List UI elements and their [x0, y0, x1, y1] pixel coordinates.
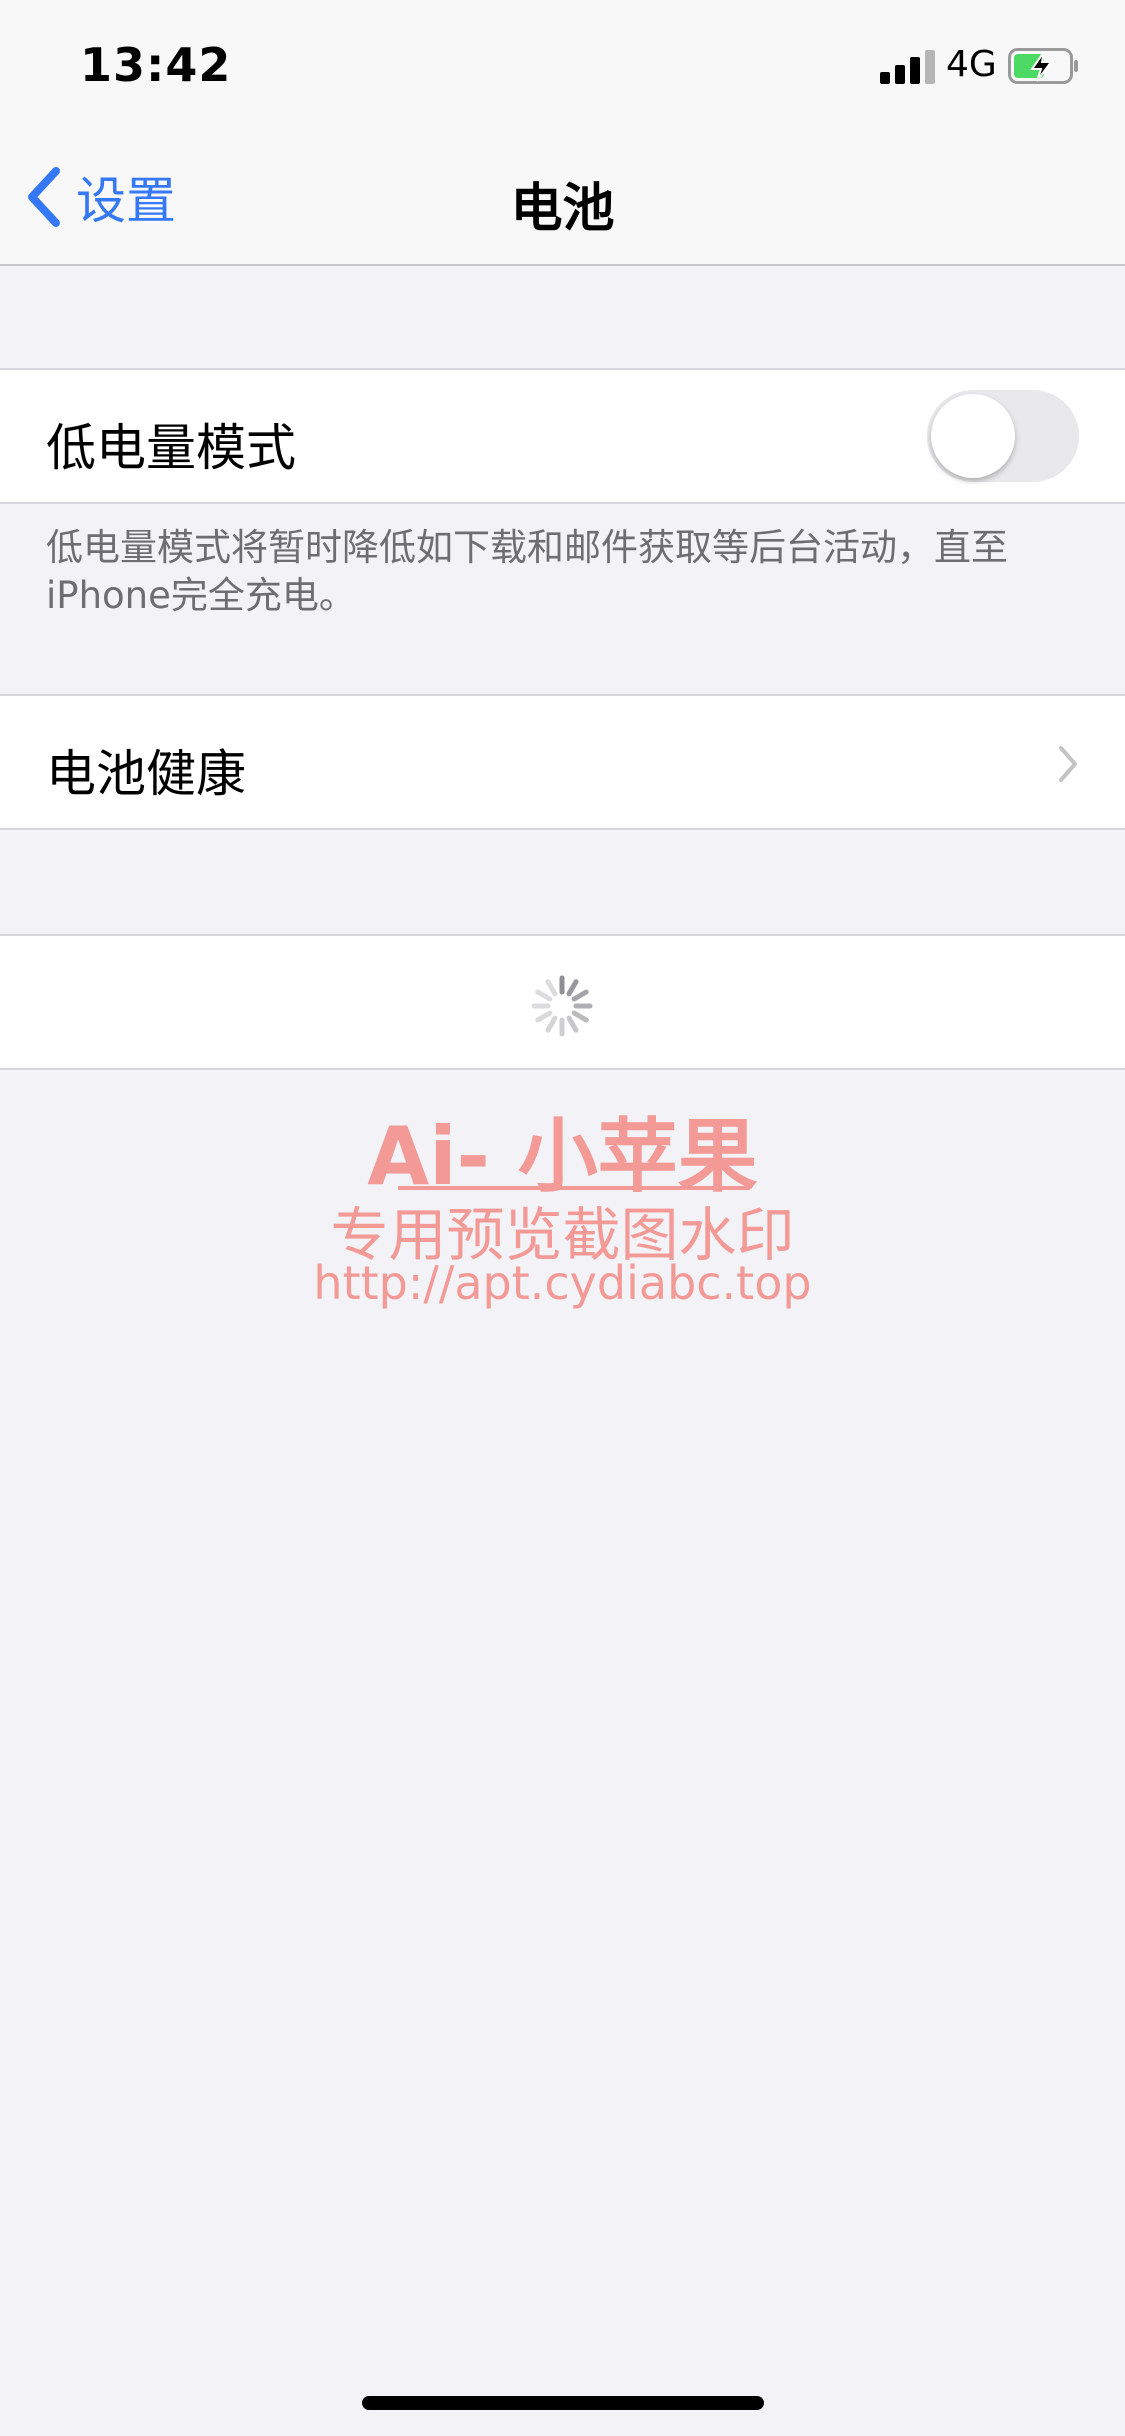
battery-health-row[interactable]: 电池健康	[0, 694, 1125, 830]
status-time: 13:42	[80, 38, 232, 92]
status-bar: 13:42 4G	[0, 0, 1125, 132]
battery-charging-icon	[1008, 48, 1078, 84]
low-power-mode-row: 低电量模式	[0, 368, 1125, 504]
battery-health-label: 电池健康	[46, 745, 246, 803]
loading-row	[0, 934, 1125, 1070]
loading-spinner-icon	[531, 975, 593, 1037]
cellular-signal-icon	[880, 48, 936, 84]
low-power-mode-label: 低电量模式	[46, 419, 296, 477]
navigation-bar: 设置 电池	[0, 132, 1125, 266]
chevron-right-icon	[1059, 746, 1077, 782]
low-power-mode-description: 低电量模式将暂时降低如下载和邮件获取等后台活动，直至iPhone完全充电。	[46, 526, 1008, 617]
toggle-knob	[931, 394, 1015, 478]
home-indicator[interactable]	[362, 2396, 764, 2410]
page-title: 电池	[510, 179, 615, 239]
network-type: 4G	[946, 44, 997, 85]
watermark-url: http://apt.cydiabc.top	[313, 1256, 812, 1310]
low-power-mode-toggle[interactable]	[927, 390, 1079, 482]
